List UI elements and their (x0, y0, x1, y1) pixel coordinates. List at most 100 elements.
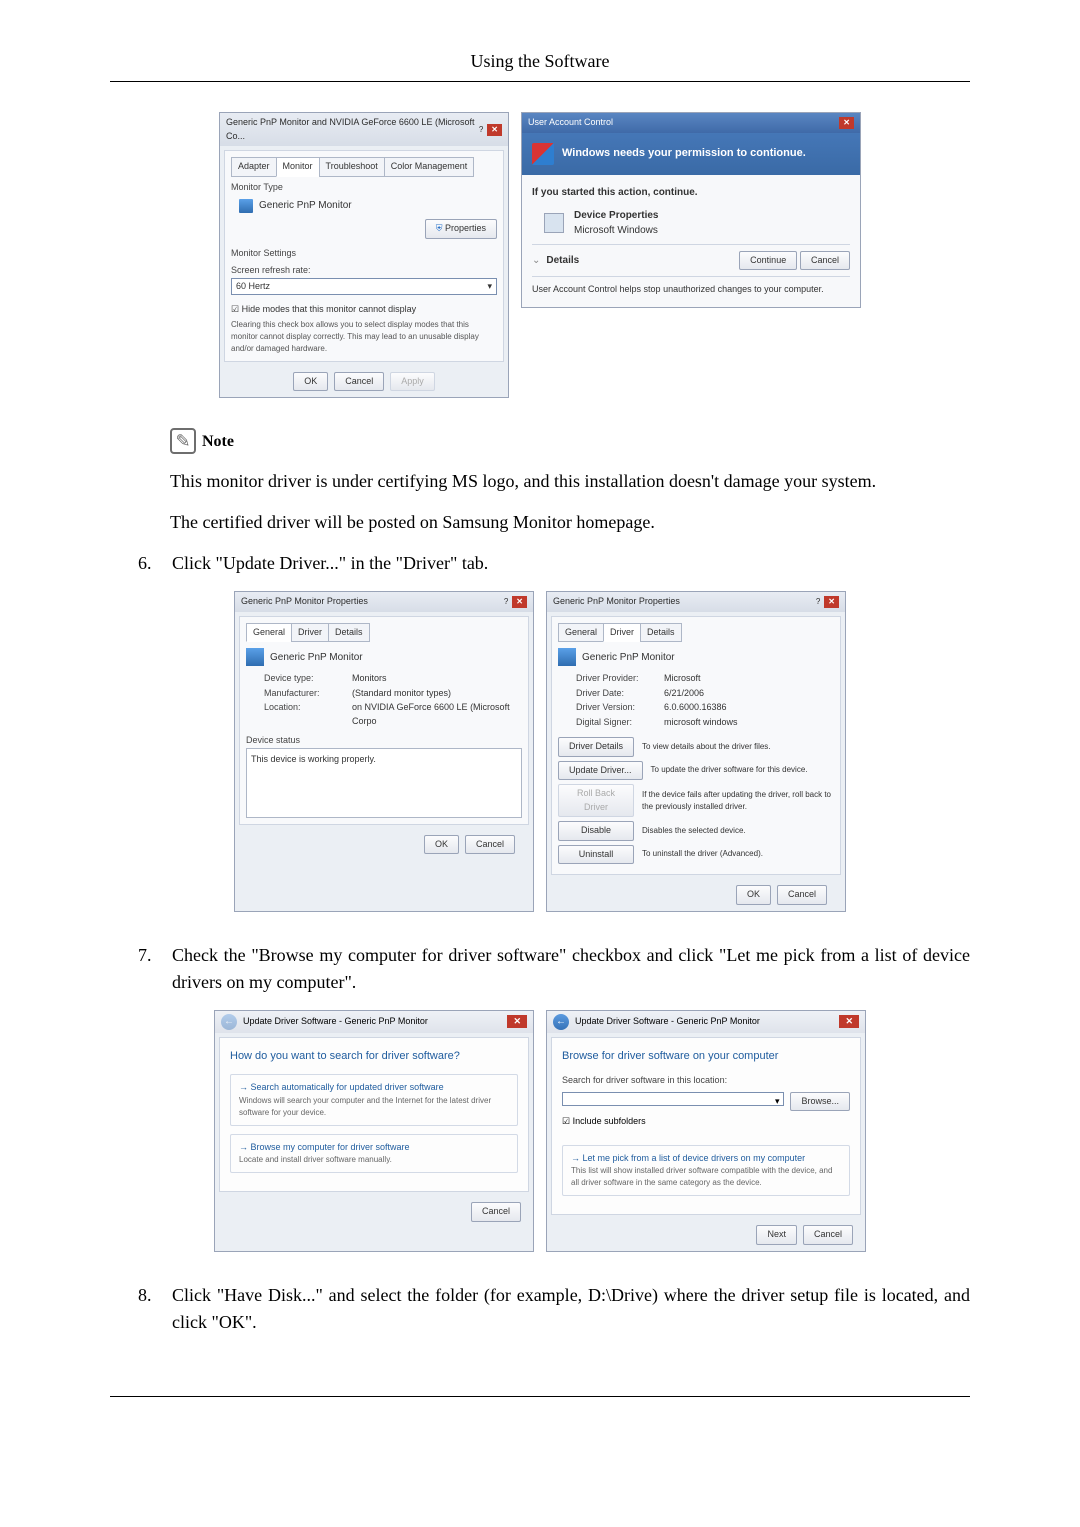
option-desc: This list will show installed driver sof… (571, 1165, 841, 1189)
tab-general[interactable]: General (558, 623, 604, 643)
uac-header: Windows needs your permission to contion… (522, 133, 860, 175)
hide-modes-label: Hide modes that this monitor cannot disp… (242, 304, 417, 314)
tab-details[interactable]: Details (328, 623, 370, 643)
option-pick-from-list[interactable]: → Let me pick from a list of device driv… (562, 1145, 850, 1197)
driver-details-button[interactable]: Driver Details (558, 737, 634, 757)
uac-titlebar: User Account Control ✕ (522, 113, 860, 133)
help-icon[interactable]: ? (500, 596, 512, 608)
update-wizard-page2: ← Update Driver Software - Generic PnP M… (546, 1010, 866, 1252)
apply-button[interactable]: Apply (390, 372, 435, 392)
device-prop-name: Device Properties (574, 208, 659, 223)
help-icon[interactable]: ? (812, 596, 824, 608)
driver-provider-label: Driver Provider: (576, 672, 656, 686)
uac-dialog: User Account Control ✕ Windows needs you… (521, 112, 861, 308)
dialog-title: Generic PnP Monitor Properties (553, 595, 680, 609)
tab-color-management[interactable]: Color Management (384, 157, 475, 177)
dialog-titlebar: Generic PnP Monitor and NVIDIA GeForce 6… (220, 113, 508, 146)
ok-button[interactable]: OK (293, 372, 328, 392)
close-icon[interactable]: ✕ (839, 117, 854, 129)
cancel-button[interactable]: Cancel (803, 1225, 853, 1245)
details-toggle[interactable]: Details (546, 253, 579, 268)
figure-monitor-uac: Generic PnP Monitor and NVIDIA GeForce 6… (110, 112, 970, 398)
option-desc: Windows will search your computer and th… (239, 1095, 509, 1119)
location-value: on NVIDIA GeForce 6600 LE (Microsoft Cor… (352, 701, 522, 728)
footer-rule (110, 1396, 970, 1397)
monitor-properties-dialog: Generic PnP Monitor and NVIDIA GeForce 6… (219, 112, 509, 398)
close-icon[interactable]: ✕ (824, 596, 839, 608)
continue-button[interactable]: Continue (739, 251, 797, 271)
help-icon[interactable]: ? (475, 124, 487, 136)
uninstall-desc: To uninstall the driver (Advanced). (642, 848, 763, 860)
figure-update-wizard: ← Update Driver Software - Generic PnP M… (110, 1010, 970, 1252)
close-icon[interactable]: ✕ (839, 1015, 859, 1029)
ok-button[interactable]: OK (424, 835, 459, 855)
option-browse-computer[interactable]: → Browse my computer for driver software… (230, 1134, 518, 1174)
next-button[interactable]: Next (756, 1225, 797, 1245)
paragraph-1: This monitor driver is under certifying … (170, 468, 970, 495)
rollback-driver-button[interactable]: Roll Back Driver (558, 784, 634, 817)
refresh-rate-dropdown[interactable]: 60 Hertz▾ (231, 278, 497, 296)
monitor-icon (246, 648, 264, 666)
chevron-down-icon[interactable]: ⌄ (532, 253, 540, 268)
step-number: 6. (138, 550, 156, 577)
close-icon[interactable]: ✕ (507, 1015, 527, 1029)
device-prop-vendor: Microsoft Windows (574, 223, 659, 238)
driver-version-value: 6.0.6000.16386 (664, 701, 727, 715)
page-header: Using the Software (110, 48, 970, 75)
location-input[interactable]: ▾ (562, 1092, 784, 1106)
tab-troubleshoot[interactable]: Troubleshoot (319, 157, 385, 177)
include-subfolders-label: Include subfolders (573, 1116, 646, 1126)
step-7: 7. Check the "Browse my computer for dri… (138, 942, 970, 996)
include-subfolders-checkbox[interactable]: ☑ (562, 1116, 573, 1126)
monitor-name: Generic PnP Monitor (270, 650, 363, 665)
manufacturer-value: (Standard monitor types) (352, 687, 451, 701)
tab-driver[interactable]: Driver (291, 623, 329, 643)
close-icon[interactable]: ✕ (512, 596, 527, 608)
driver-version-label: Driver Version: (576, 701, 656, 715)
uac-footer: User Account Control helps stop unauthor… (532, 283, 850, 297)
update-driver-button[interactable]: Update Driver... (558, 761, 643, 781)
figure-driver-props: Generic PnP Monitor Properties ?✕ Genera… (110, 591, 970, 912)
dialog-title: Generic PnP Monitor and NVIDIA GeForce 6… (226, 116, 475, 143)
option-auto-search[interactable]: → Search automatically for updated drive… (230, 1074, 518, 1126)
disable-button[interactable]: Disable (558, 821, 634, 841)
step-8: 8. Click "Have Disk..." and select the f… (138, 1282, 970, 1336)
tab-general[interactable]: General (246, 623, 292, 643)
ok-button[interactable]: OK (736, 885, 771, 905)
cancel-button[interactable]: Cancel (465, 835, 515, 855)
device-status-label: Device status (246, 734, 522, 748)
note-block: ✎ Note (170, 428, 970, 454)
uninstall-button[interactable]: Uninstall (558, 845, 634, 865)
monitor-settings-label: Monitor Settings (231, 247, 497, 261)
monitor-name: Generic PnP Monitor (259, 198, 352, 213)
monitor-name: Generic PnP Monitor (582, 650, 675, 665)
monitor-type-label: Monitor Type (231, 181, 497, 195)
monitor-props-general-dialog: Generic PnP Monitor Properties ?✕ Genera… (234, 591, 534, 912)
uac-started-text: If you started this action, continue. (532, 185, 850, 200)
note-icon: ✎ (170, 428, 196, 454)
dialog-title: Generic PnP Monitor Properties (241, 595, 368, 609)
window-controls: ? ✕ (475, 124, 502, 136)
cancel-button[interactable]: Cancel (777, 885, 827, 905)
tab-driver[interactable]: Driver (603, 623, 641, 643)
browse-button[interactable]: Browse... (790, 1092, 850, 1112)
device-icon (544, 213, 564, 233)
tab-monitor[interactable]: Monitor (276, 157, 320, 177)
tab-adapter[interactable]: Adapter (231, 157, 277, 177)
wizard-title: Update Driver Software - Generic PnP Mon… (243, 1015, 428, 1029)
manufacturer-label: Manufacturer: (264, 687, 344, 701)
step-6: 6. Click "Update Driver..." in the "Driv… (138, 550, 970, 577)
properties-button[interactable]: ⛨ Properties (425, 219, 497, 239)
dialog-titlebar: Generic PnP Monitor Properties ?✕ (547, 592, 845, 612)
driver-date-value: 6/21/2006 (664, 687, 704, 701)
close-icon[interactable]: ✕ (487, 124, 502, 136)
back-icon[interactable]: ← (553, 1014, 569, 1030)
tab-details[interactable]: Details (640, 623, 682, 643)
cancel-button[interactable]: Cancel (334, 372, 384, 392)
back-icon[interactable]: ← (221, 1014, 237, 1030)
cancel-button[interactable]: Cancel (800, 251, 850, 271)
cancel-button[interactable]: Cancel (471, 1202, 521, 1222)
step-text: Click "Update Driver..." in the "Driver"… (172, 550, 970, 577)
hide-modes-checkbox[interactable]: ☑ (231, 304, 242, 314)
note-label: Note (202, 430, 234, 454)
